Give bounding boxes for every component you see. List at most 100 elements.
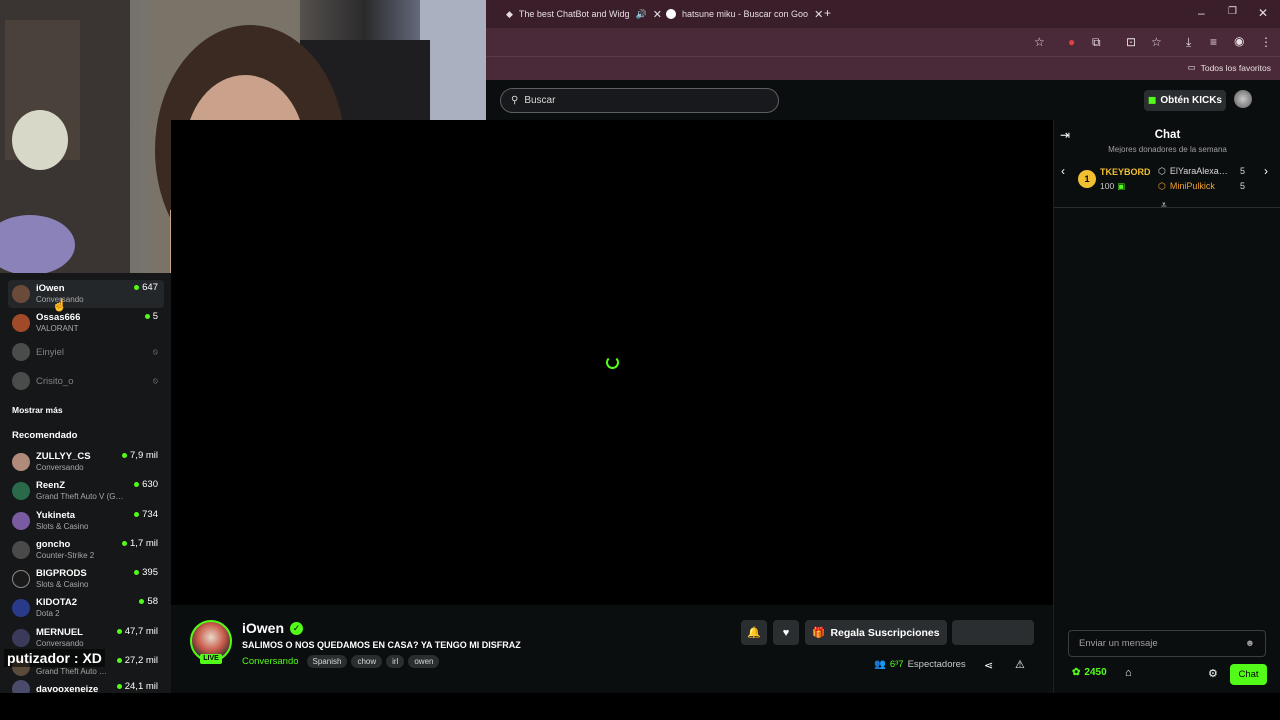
top-gifter-amount: 100 ▣	[1100, 181, 1126, 191]
offline-icon: ⦸	[152, 376, 158, 385]
live-dot-icon	[144, 314, 150, 319]
avatar	[12, 541, 30, 559]
sidebar-item-mernuel[interactable]: MERNUEL Conversando 47,7 mil	[8, 624, 164, 652]
channel-category: Conversando	[36, 639, 84, 648]
gift-subs-button[interactable]: 🎁 Regala Suscripciones	[805, 620, 947, 645]
avatar	[12, 599, 30, 617]
media-icon[interactable]: ≡	[1210, 35, 1217, 49]
sidebar-item-crisito[interactable]: Crisito_o ⦸	[8, 367, 164, 395]
next-arrow-icon[interactable]: ›	[1264, 164, 1268, 178]
store-icon[interactable]: ⌂	[1125, 667, 1132, 679]
avatar	[12, 482, 30, 500]
sidebar-item-kidota2[interactable]: KIDOTA2 Dota 2 58	[8, 594, 164, 622]
subscribe-button[interactable]	[952, 620, 1034, 645]
download-icon[interactable]: ⤓	[1186, 35, 1191, 50]
kick-coin-icon: ◼	[1148, 95, 1157, 106]
viewer-count: 7,9 mil	[122, 450, 158, 461]
minimize-icon[interactable]: –	[1198, 6, 1205, 20]
overlay-message: : XD	[73, 650, 102, 666]
live-dot-icon	[122, 541, 128, 546]
chatbot-icon: ◆	[506, 8, 513, 19]
folder-icon: ▭	[1187, 62, 1196, 72]
viewer-count: 24,1 mil	[116, 681, 158, 692]
heart-icon: ♥	[782, 626, 790, 639]
sidebar-item-yukineta[interactable]: Yukineta Slots & Casino 734	[8, 507, 164, 535]
close-tab-icon[interactable]: ✕	[814, 8, 823, 21]
emoji-icon[interactable]: ☻	[1245, 638, 1255, 649]
tab-title: hatsune miku - Buscar con Goo	[682, 9, 809, 19]
browser-tab[interactable]: ◆ The best ChatBot and Widg 🔊 ✕	[506, 4, 662, 24]
sub-gift-icon: ▣	[1117, 181, 1126, 191]
puzzle-icon[interactable]: ⧉	[1092, 35, 1101, 50]
viewers-icon: 👥	[874, 659, 886, 670]
avatar	[12, 372, 30, 390]
gift-icon: 🎁	[812, 627, 826, 639]
expand-leaderboard-icon[interactable]: ⩡	[1161, 200, 1167, 211]
viewer-count: 630	[134, 479, 158, 490]
close-tab-icon[interactable]: ✕	[653, 8, 662, 21]
channel-category: Dota 2	[36, 609, 60, 618]
browser-tab-bar: ◆ The best ChatBot and Widg 🔊 ✕ hatsune …	[486, 0, 1280, 28]
screenshot-icon[interactable]: ⊡	[1126, 35, 1136, 49]
star-icon[interactable]: ☆	[1034, 35, 1045, 49]
sidebar-item-ossas666[interactable]: Ossas666 VALORANT 5	[8, 309, 164, 337]
notify-bell-button[interactable]: 🔔	[741, 620, 767, 645]
sidebar-item-einyiel[interactable]: Einyiel ⦸	[8, 338, 164, 366]
kicks-balance[interactable]: ✿ 2450	[1072, 667, 1107, 678]
profile-icon[interactable]: ◉	[1234, 34, 1244, 48]
all-bookmarks[interactable]: ▭ Todos los favoritos	[1188, 62, 1271, 73]
stream-category-link[interactable]: Conversando	[242, 656, 299, 667]
channel-category: VALORANT	[36, 324, 79, 333]
sidebar-item-reenz[interactable]: ReenZ Grand Theft Auto V (G… 630	[8, 477, 164, 505]
avatar	[12, 285, 30, 303]
report-icon[interactable]: ⚠	[1015, 658, 1025, 671]
follow-button[interactable]: ♥	[773, 620, 799, 645]
prev-arrow-icon[interactable]: ‹	[1061, 164, 1065, 178]
share-icon[interactable]: ⋖	[984, 659, 993, 672]
extension-icon[interactable]: ●	[1068, 35, 1075, 49]
rank-badge: 1	[1078, 170, 1096, 188]
get-kicks-button[interactable]: ◼ Obtén KICKs	[1144, 90, 1226, 111]
new-tab-button[interactable]: +	[824, 6, 831, 20]
settings-gear-icon[interactable]: ⚙	[1208, 667, 1218, 680]
gifter-row[interactable]: ⬡ ElYaraAlexa… 5	[1158, 166, 1258, 177]
channel-name: Crisito_o	[36, 375, 74, 387]
bookmark-star-icon[interactable]: ☆	[1151, 35, 1162, 49]
search-icon: ⚲	[511, 95, 519, 106]
live-badge: LIVE	[200, 654, 222, 664]
channel-name: KIDOTA2	[36, 597, 77, 608]
stream-title: SALIMOS O NOS QUEDAMOS EN CASA? YA TENGO…	[242, 640, 521, 650]
restore-icon[interactable]: ❐	[1228, 6, 1237, 17]
close-window-icon[interactable]: ✕	[1258, 6, 1268, 20]
show-more-link[interactable]: Mostrar más	[12, 405, 63, 415]
channel-category: Slots & Casino	[36, 522, 89, 531]
browser-tab[interactable]: hatsune miku - Buscar con Goo ✕	[666, 4, 823, 24]
live-dot-icon	[116, 658, 122, 663]
audio-icon[interactable]: 🔊	[635, 9, 646, 20]
overlay-username: putizador	[7, 650, 70, 666]
channel-title[interactable]: iOwen	[242, 620, 284, 636]
channel-name: Ossas666	[36, 312, 81, 323]
sidebar-item-bigprods[interactable]: BIGPRODS Slots & Casino 395	[8, 565, 164, 593]
search-input[interactable]: ⚲ Buscar	[500, 88, 779, 113]
channel-category: Counter-Strike 2	[36, 551, 95, 560]
tab-title: The best ChatBot and Widg	[518, 9, 630, 19]
tag-chip[interactable]: chow	[351, 655, 383, 668]
chat-message-input[interactable]: Enviar un mensaje ☻	[1068, 630, 1266, 657]
tag-chip[interactable]: owen	[408, 655, 440, 668]
tag-chip[interactable]: irl	[386, 655, 405, 668]
badge-icon: ⬡	[1158, 166, 1166, 176]
menu-icon[interactable]: ⋮	[1260, 35, 1272, 49]
viewer-count: 1,7 mil	[122, 538, 158, 549]
badge-icon: ⬡	[1158, 181, 1166, 191]
tag-chip[interactable]: Spanish	[306, 655, 348, 668]
sidebar-item-iowen[interactable]: iOwen Conversando 647	[8, 280, 164, 308]
viewer-count: 27,2 mil	[116, 655, 158, 666]
sidebar-item-zullyy[interactable]: ZULLYY_CS Conversando 7,9 mil	[8, 448, 164, 476]
sidebar-item-goncho[interactable]: goncho Counter-Strike 2 1,7 mil	[8, 536, 164, 564]
top-gifter-name[interactable]: TKEYBORD	[1100, 167, 1151, 177]
google-icon	[666, 9, 676, 19]
gifter-row[interactable]: ⬡ MiniPulkick 5	[1158, 181, 1258, 192]
send-chat-button[interactable]: Chat	[1230, 664, 1267, 685]
user-avatar[interactable]	[1234, 90, 1252, 108]
